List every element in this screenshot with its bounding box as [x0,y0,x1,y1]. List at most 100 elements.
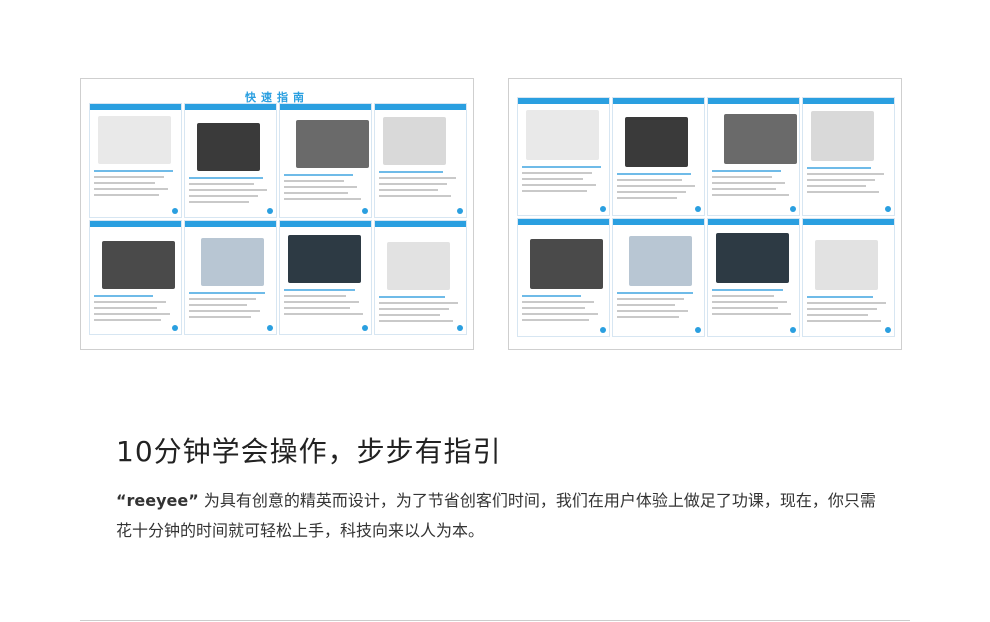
panel-header-bar [375,104,466,110]
panel-text-line [94,182,155,185]
panel-header-bar [708,219,799,225]
panel-text-line [522,318,589,321]
panel-text-line [284,174,353,177]
panel-header-bar [518,98,609,104]
panel-text-line [712,193,789,196]
panel-text-line [807,166,871,169]
panel-header-bar [518,219,609,225]
panel-text-line [522,165,601,168]
panel-text-line [522,312,598,315]
page-number-dot [362,325,368,331]
quick-guide-brochure-right [508,78,902,350]
guide-panel [802,97,895,216]
panel-text-line [94,295,153,298]
panel-image [625,117,688,167]
panel-text-line [807,313,868,316]
panel-image [811,111,874,161]
panel-text-line [189,183,254,186]
panel-text-line [712,181,785,184]
panel-image [629,236,692,286]
panel-text-line [522,306,585,309]
panel-text-line [379,171,443,174]
page-number-dot [790,206,796,212]
panel-image [526,110,599,160]
guide-panel [612,97,705,216]
panel-text-line [94,313,170,316]
panel-text-line [712,306,778,309]
panel-text-line [522,294,581,297]
guide-panel [517,218,610,337]
panel-text-line [617,184,695,187]
guide-panel [612,218,705,337]
panel-text-line [617,315,679,318]
panel-image [815,240,878,290]
panel-header-bar [803,98,894,104]
panel-text-line [189,304,247,307]
page-number-dot [172,325,178,331]
panel-text-line [807,190,879,193]
guide-panel [707,97,800,216]
panel-text-line [189,201,249,204]
panel-text-line [712,187,776,190]
page-number-dot [457,208,463,214]
page-number-dot [695,327,701,333]
panel-text-line [284,301,359,304]
panel-text-line [617,291,693,294]
panel-text-line [189,316,251,319]
panel-text-line [189,292,265,295]
panel-image [288,235,361,284]
panel-text-line [284,295,346,298]
page-number-dot [600,206,606,212]
panel-text-line [284,192,348,195]
panel-text-line [284,289,355,292]
panel-image [197,123,260,172]
panel-text-line [617,297,684,300]
panel-text-line [189,195,258,198]
panel-text-line [807,307,877,310]
panel-image [530,239,603,289]
panel-header-bar [708,98,799,104]
panel-header-bar [613,219,704,225]
panel-header-bar [280,104,371,110]
panel-text-line [379,320,453,323]
page-number-dot [885,206,891,212]
page-number-dot [885,327,891,333]
panel-text-line [189,310,260,313]
panel-text-line [807,178,875,181]
panel-header-bar [280,221,371,227]
panel-text-line [807,319,881,322]
panel-header-bar [803,219,894,225]
panel-text-line [379,189,438,192]
panel-text-line [712,169,781,172]
guide-panel [279,220,372,335]
guide-panel [802,218,895,337]
panel-header-bar [375,221,466,227]
panel-header-bar [613,98,704,104]
panel-text-line [379,177,456,180]
panel-image [716,233,789,283]
panel-text-line [94,176,164,179]
panel-text-line [94,188,168,191]
panel-image [201,238,264,287]
headline: 10分钟学会操作，步步有指引 [116,435,502,468]
panel-text-line [284,186,357,189]
panel-text-line [379,183,447,186]
panel-text-line [807,184,866,187]
panel-text-line [94,194,159,197]
bottom-divider [80,620,910,621]
panel-text-line [189,189,267,192]
panel-header-bar [185,104,276,110]
panel-text-line [807,301,886,304]
page-number-dot [790,327,796,333]
panel-text-line [522,171,592,174]
panel-text-line [712,288,783,291]
page-number-dot [267,325,273,331]
panel-text-line [284,307,350,310]
panel-text-line [94,170,173,173]
panel-text-line [712,175,772,178]
panel-text-line [522,300,594,303]
page-number-dot [457,325,463,331]
quick-guide-brochure-left: 快速指南 [80,78,474,350]
panel-image [102,241,175,290]
page-number-dot [267,208,273,214]
